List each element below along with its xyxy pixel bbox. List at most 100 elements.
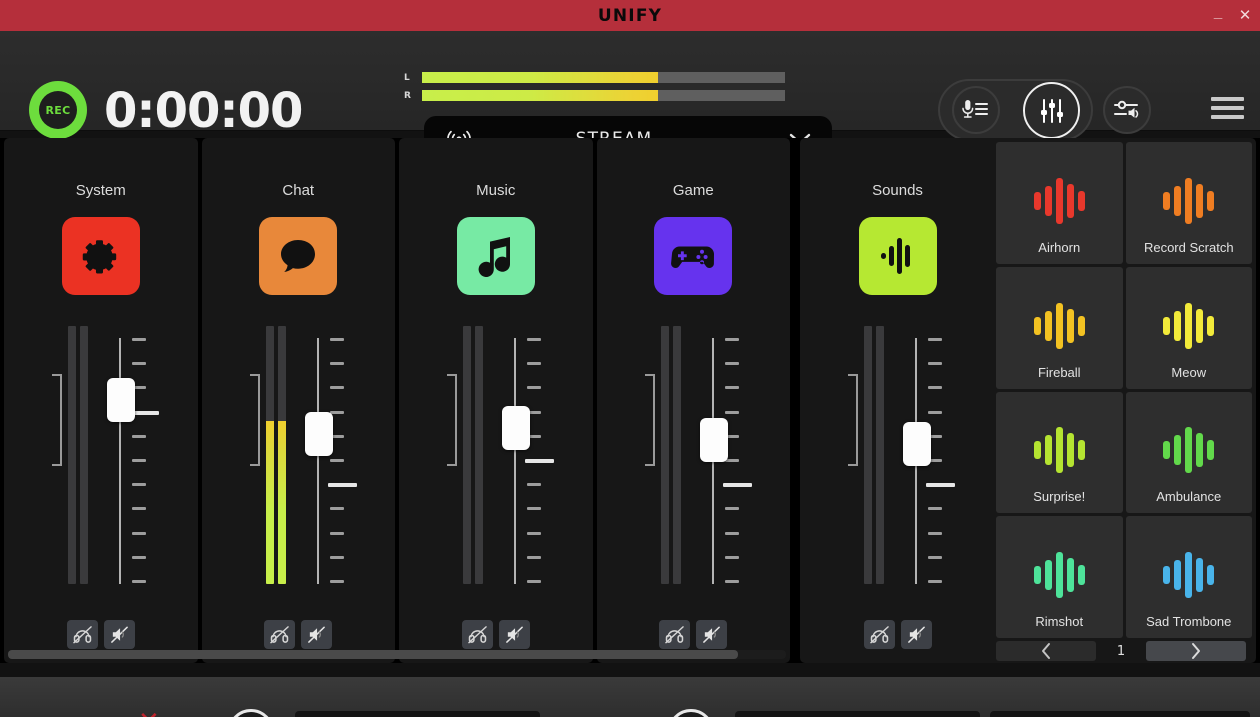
music-note-icon[interactable]	[457, 217, 535, 295]
meter-row-right: R	[404, 89, 785, 102]
title-bar: UNIFY _ ✕	[0, 0, 1260, 31]
vu-bar-r	[876, 326, 884, 584]
soundboard-tile-label: Sad Trombone	[1146, 614, 1231, 629]
fader-area	[597, 326, 791, 596]
volume-fader[interactable]	[906, 338, 964, 584]
fader-zero-tick	[926, 483, 955, 487]
close-icon[interactable]: ✕	[1236, 8, 1254, 23]
fader-tick	[132, 483, 146, 486]
fader-tick	[928, 532, 942, 535]
fader-tick	[330, 362, 344, 365]
fader-tick	[330, 459, 344, 462]
fader-tick	[725, 338, 739, 341]
brand-mark: ✕	[138, 707, 160, 717]
meter-label-right: R	[404, 91, 422, 101]
volume-sliders-icon[interactable]	[1103, 86, 1151, 134]
volume-fader[interactable]	[110, 338, 168, 584]
chat-bubble-icon[interactable]	[259, 217, 337, 295]
monitor-button[interactable]	[67, 620, 98, 649]
fader-knob[interactable]	[305, 412, 333, 456]
waveform-icon[interactable]	[859, 217, 937, 295]
vu-bar-r	[673, 326, 681, 584]
soundboard-pager: 1	[996, 641, 1252, 661]
soundboard-tile[interactable]: Record Scratch	[1126, 142, 1253, 264]
vu-range-bracket	[447, 374, 457, 466]
fader-knob[interactable]	[107, 378, 135, 422]
volume-fader[interactable]	[308, 338, 366, 584]
mixer-sliders-icon[interactable]	[1023, 82, 1080, 139]
record-button[interactable]: REC	[29, 81, 87, 139]
meter-fill-left	[422, 72, 658, 83]
hamburger-menu-icon[interactable]	[1211, 97, 1244, 124]
fader-rail	[317, 338, 319, 584]
mic-list-icon[interactable]	[952, 86, 1000, 134]
fader-tick	[330, 386, 344, 389]
gamepad-icon[interactable]	[654, 217, 732, 295]
volume-fader[interactable]	[505, 338, 563, 584]
channel-strip-list: SystemChatMusicGame	[4, 138, 794, 663]
channel-vu-meter	[864, 326, 886, 584]
meter-row-left: L	[404, 71, 785, 84]
gear-icon[interactable]	[62, 217, 140, 295]
record-label: REC	[46, 104, 71, 117]
soundboard-tile-label: Fireball	[1038, 365, 1081, 380]
mute-button[interactable]	[104, 620, 135, 649]
meter-label-left: L	[404, 73, 422, 83]
soundboard-tile-label: Meow	[1171, 365, 1206, 380]
volume-fader[interactable]	[703, 338, 761, 584]
mute-button[interactable]	[901, 620, 932, 649]
monitor-button[interactable]	[264, 620, 295, 649]
device-panel	[735, 711, 980, 717]
soundboard-panel: Sounds AirhornRecord Scratch Fireball Meow…	[800, 138, 1256, 663]
fader-area	[4, 326, 198, 596]
fader-tick	[928, 556, 942, 559]
fader-area	[800, 326, 995, 596]
mute-button[interactable]	[301, 620, 332, 649]
waveform-icon	[1163, 547, 1214, 603]
soundboard-prev-button[interactable]	[996, 641, 1096, 661]
soundboard-next-button[interactable]	[1146, 641, 1246, 661]
mute-button[interactable]	[696, 620, 727, 649]
meter-track-left	[422, 72, 785, 83]
fader-tick	[527, 580, 541, 583]
device-panel	[990, 711, 1250, 717]
channel-vu-meter	[266, 326, 288, 584]
fader-knob[interactable]	[903, 422, 931, 466]
fader-area	[202, 326, 396, 596]
fader-tick	[527, 556, 541, 559]
soundboard-tile[interactable]: Surprise!	[996, 392, 1123, 514]
channel-buttons	[659, 620, 727, 649]
soundboard-tile[interactable]: Rimshot	[996, 516, 1123, 638]
vu-fill	[266, 421, 274, 584]
soundboard-tile[interactable]: Ambulance	[1126, 392, 1253, 514]
monitor-button[interactable]	[864, 620, 895, 649]
vu-range-bracket	[848, 374, 858, 466]
device-knob[interactable]	[668, 709, 714, 717]
mute-button[interactable]	[499, 620, 530, 649]
fader-knob[interactable]	[502, 406, 530, 450]
soundboard-tile[interactable]: Fireball	[996, 267, 1123, 389]
fader-rail	[119, 338, 121, 584]
monitor-button[interactable]	[659, 620, 690, 649]
channel-strip-music: Music	[399, 138, 593, 663]
channels-horizontal-scrollbar[interactable]	[8, 650, 786, 659]
soundboard-tile[interactable]: Airhorn	[996, 142, 1123, 264]
soundboard-tile[interactable]: Sad Trombone	[1126, 516, 1253, 638]
minimize-button[interactable]: _	[1209, 5, 1227, 20]
device-panel	[295, 711, 540, 717]
fader-tick	[132, 507, 146, 510]
soundboard-tile-label: Surprise!	[1033, 489, 1085, 504]
fader-knob[interactable]	[700, 418, 728, 462]
monitor-button[interactable]	[462, 620, 493, 649]
device-knob[interactable]	[228, 709, 274, 717]
waveform-icon	[1163, 422, 1214, 478]
vu-bar-l	[68, 326, 76, 584]
channel-name: Sounds	[800, 182, 995, 199]
vu-bar-r	[475, 326, 483, 584]
fader-tick	[132, 580, 146, 583]
bottom-device-strip: ✕	[0, 677, 1260, 717]
soundboard-tile[interactable]: Meow	[1126, 267, 1253, 389]
waveform-icon	[1034, 422, 1085, 478]
scrollbar-thumb[interactable]	[8, 650, 738, 659]
fader-tick	[132, 459, 146, 462]
